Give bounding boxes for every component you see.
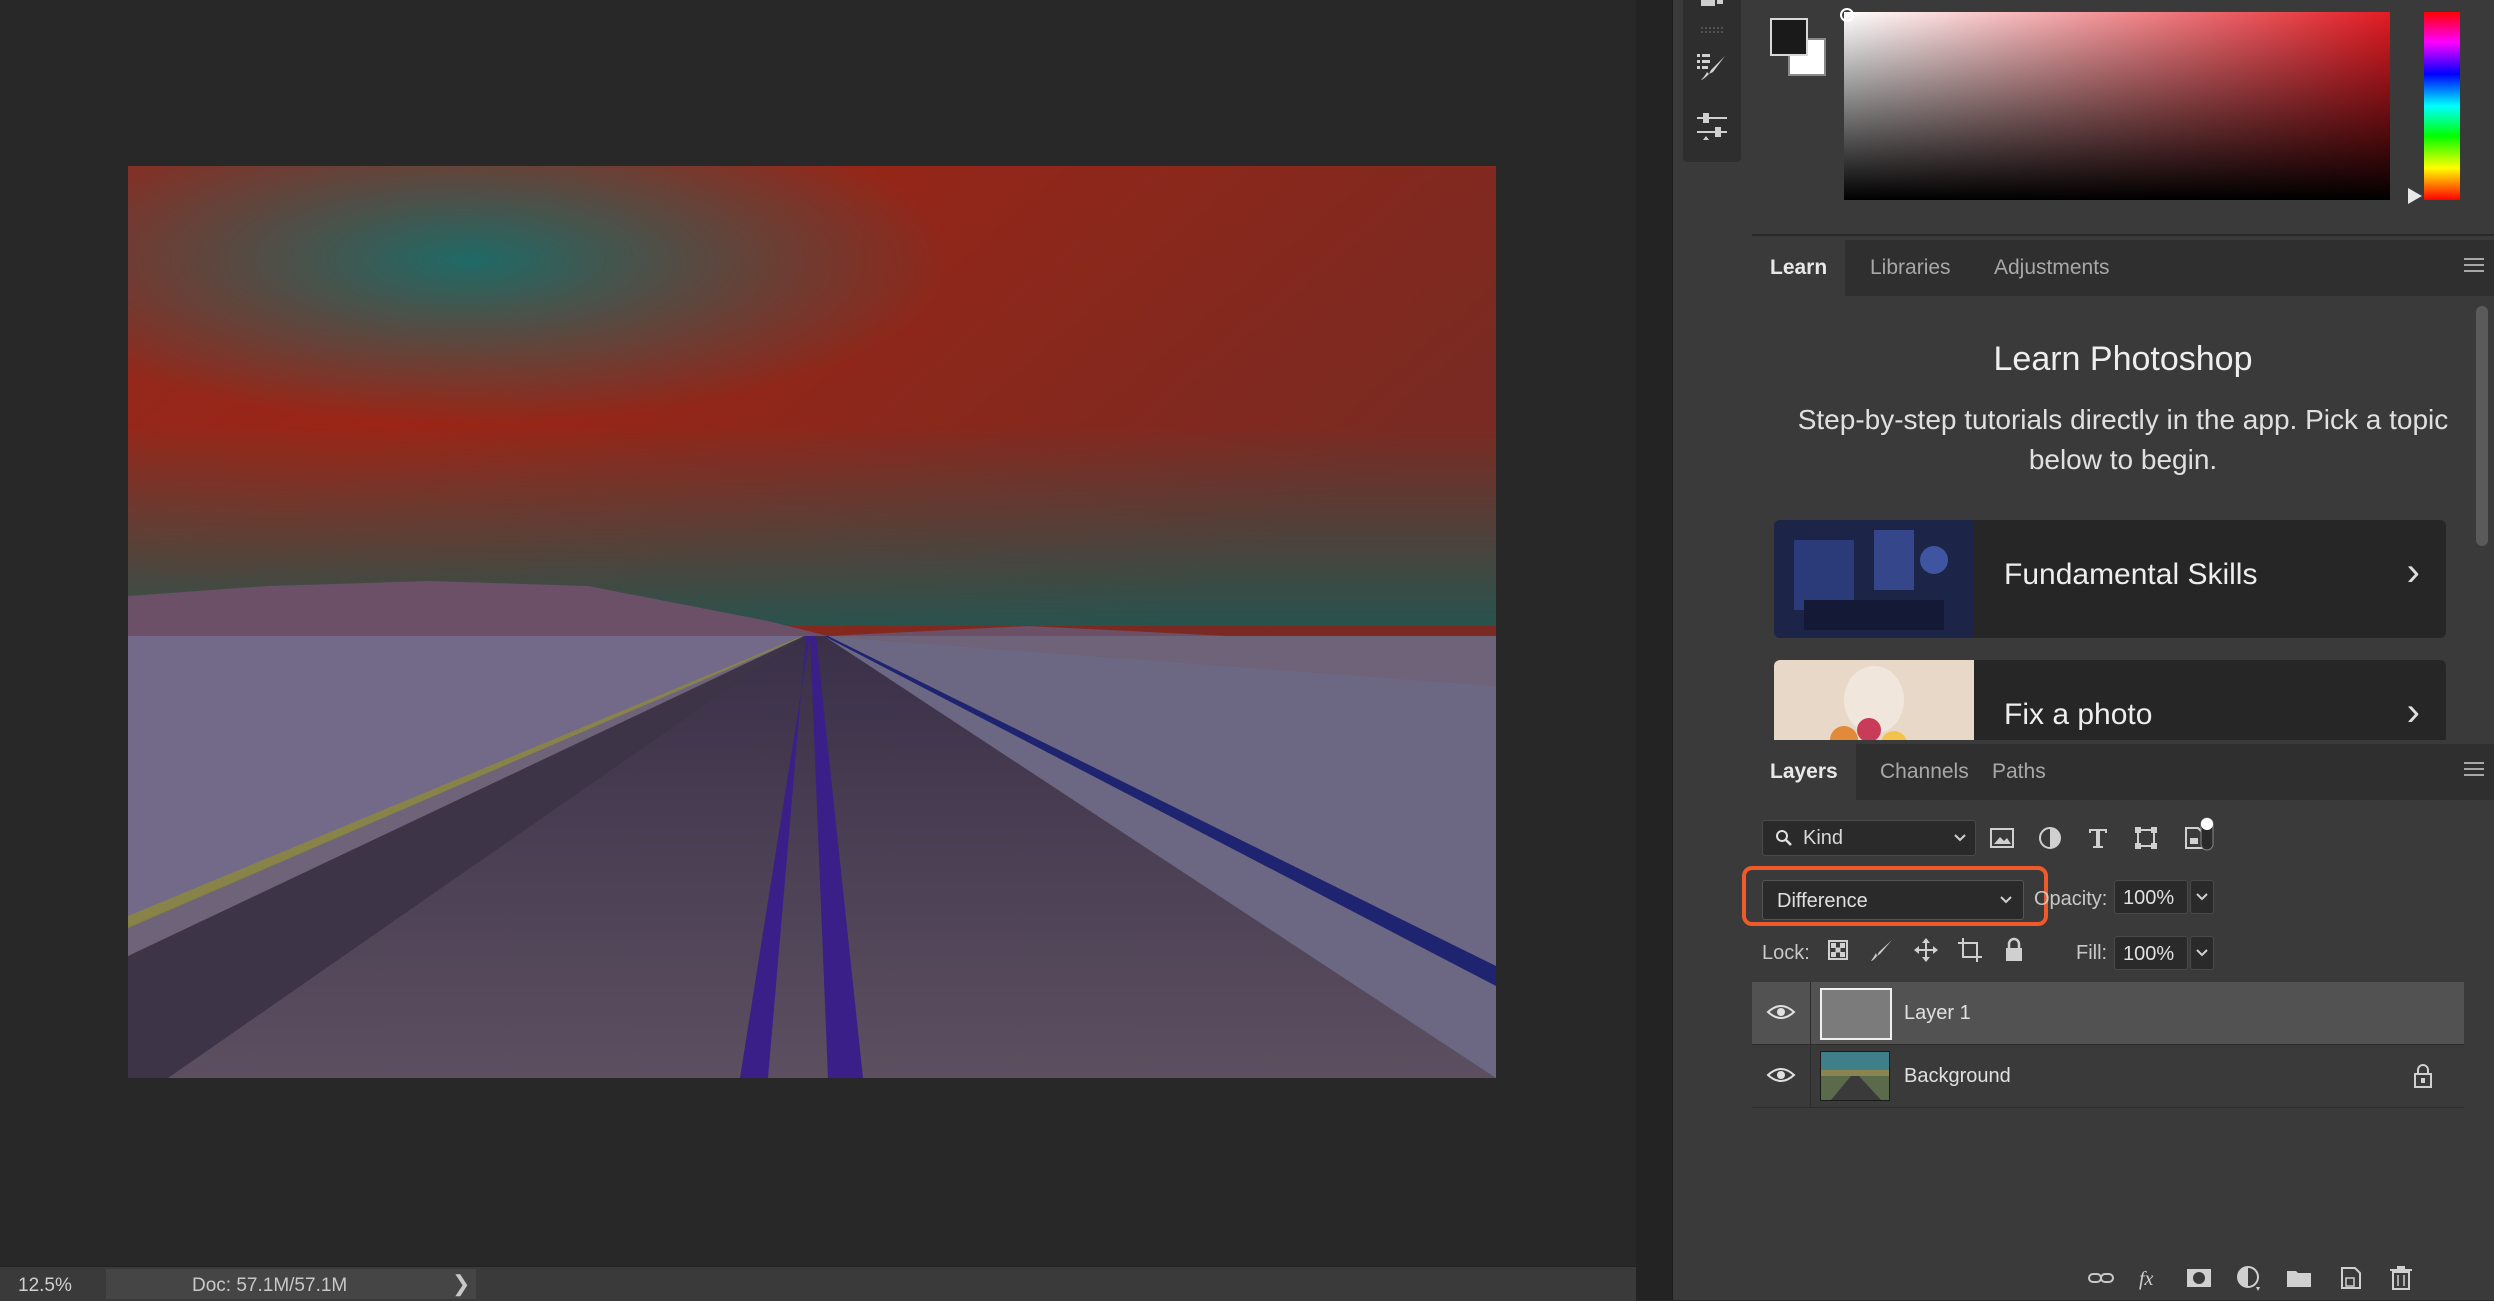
type-layer-filter-icon[interactable]	[2084, 824, 2112, 852]
layer-divider	[1810, 982, 1811, 1044]
fill-input[interactable]: 100%	[2114, 936, 2188, 970]
chevron-right-icon: ›	[2406, 550, 2420, 594]
sliders-icon[interactable]	[1695, 110, 1729, 144]
status-menu-arrow[interactable]: ❯	[452, 1271, 470, 1297]
foreground-color-swatch[interactable]	[1770, 18, 1808, 56]
svg-text:fx: fx	[2139, 1268, 2154, 1290]
lock-artboard-icon[interactable]	[1956, 936, 1984, 964]
hue-slider-marker[interactable]	[2408, 188, 2422, 204]
shape-layer-filter-icon[interactable]	[2132, 824, 2160, 852]
chevron-down-icon	[2196, 949, 2208, 957]
opacity-dropdown-button[interactable]	[2190, 880, 2214, 914]
fill-label: Fill:	[2076, 942, 2108, 964]
fill-dropdown-button[interactable]	[2190, 936, 2214, 970]
link-layers-icon[interactable]	[2086, 1263, 2116, 1293]
lock-position-icon[interactable]	[1912, 936, 1940, 964]
blend-mode-highlight	[1742, 866, 2048, 926]
new-layer-icon[interactable]	[2336, 1263, 2366, 1293]
filter-kind-label: Kind	[1803, 827, 1844, 849]
learn-description: Step-by-step tutorials directly in the a…	[1797, 404, 2449, 475]
color-panel	[1752, 0, 2494, 236]
collapsed-icon[interactable]	[1697, 0, 1727, 12]
tab-paths[interactable]: Paths	[1974, 744, 2064, 800]
list-brush-icon[interactable]	[1695, 50, 1729, 84]
grip-icon[interactable]	[1701, 26, 1723, 34]
tab-learn[interactable]: Learn	[1752, 240, 1846, 296]
layer-name[interactable]: Layer 1	[1904, 1002, 1971, 1025]
zoom-level[interactable]: 12.5%	[18, 1275, 72, 1297]
right-panel-dock: Learn Libraries Adjustments Learn Photos…	[1742, 0, 2494, 1300]
learn-title: Learn Photoshop	[1993, 340, 2253, 378]
add-mask-icon[interactable]	[2184, 1263, 2214, 1293]
fix-a-photo-thumbnail	[1774, 660, 1974, 740]
visibility-eye-icon[interactable]	[1766, 1063, 1796, 1087]
chevron-down-icon	[2196, 893, 2208, 901]
panel-icons-strip	[1672, 0, 1754, 1300]
layers-footer: fx	[1752, 1255, 2494, 1300]
lock-all-icon[interactable]	[2000, 936, 2028, 964]
chevron-right-icon: ›	[2406, 690, 2420, 734]
layer-divider	[1810, 1045, 1811, 1107]
chevron-down-icon	[1954, 834, 1966, 842]
learn-card-title: Fix a photo	[2004, 698, 2153, 731]
learn-panel-menu-icon[interactable]	[2464, 258, 2484, 276]
status-bar: 12.5% Doc: 57.1M/57.1M ❯	[0, 1266, 1636, 1301]
canvas-area[interactable]	[0, 0, 1636, 1266]
learn-card-title: Fundamental Skills	[2004, 558, 2258, 591]
doc-size-field[interactable]: Doc: 57.1M/57.1M ❯	[106, 1269, 476, 1299]
opacity-label: Opacity:	[2034, 888, 2108, 910]
tab-channels[interactable]: Channels	[1862, 744, 1987, 800]
learn-card-fix-a-photo[interactable]: Fix a photo ›	[1774, 660, 2446, 740]
tab-layers[interactable]: Layers	[1752, 744, 1856, 800]
visibility-eye-icon[interactable]	[1766, 1000, 1796, 1024]
panel-icons-group	[1683, 0, 1741, 162]
layer-lock-icon[interactable]	[2412, 1063, 2434, 1089]
document-image[interactable]	[128, 166, 1496, 1078]
learn-panel-content: Learn Photoshop Step-by-step tutorials d…	[1752, 296, 2494, 740]
learn-card-fundamental-skills[interactable]: Fundamental Skills ›	[1774, 520, 2446, 638]
delete-layer-icon[interactable]	[2386, 1263, 2416, 1293]
search-icon	[1776, 830, 1792, 846]
new-group-folder-icon[interactable]	[2284, 1263, 2314, 1293]
panel-gap	[1636, 0, 1672, 1300]
pixel-layer-filter-icon[interactable]	[1988, 824, 2016, 852]
layer-1-thumbnail[interactable]	[1820, 988, 1892, 1040]
learn-scrollbar[interactable]	[2476, 306, 2488, 546]
lock-image-pixels-icon[interactable]	[1868, 936, 1896, 964]
doc-size: Doc: 57.1M/57.1M	[192, 1275, 348, 1296]
background-layer-thumbnail[interactable]	[1820, 1051, 1890, 1101]
layers-panel-tabs: Layers Channels Paths	[1752, 744, 2494, 801]
filter-kind-select[interactable]: Kind	[1762, 820, 1976, 856]
layer-row-layer-1[interactable]: Layer 1	[1752, 982, 2464, 1045]
color-field[interactable]	[1844, 12, 2390, 200]
opacity-input[interactable]: 100%	[2114, 880, 2188, 914]
lock-label: Lock:	[1762, 942, 1810, 964]
new-adjustment-layer-icon[interactable]	[2234, 1263, 2264, 1293]
layers-panel-menu-icon[interactable]	[2464, 762, 2484, 780]
inverted-road-photo	[128, 166, 1496, 1078]
fx-layer-style-icon[interactable]: fx	[2136, 1263, 2166, 1293]
hue-slider[interactable]	[2424, 12, 2460, 200]
layer-row-background[interactable]: Background	[1752, 1045, 2464, 1108]
tab-adjustments[interactable]: Adjustments	[1976, 240, 2128, 296]
color-field-marker[interactable]	[1840, 8, 1854, 22]
learn-panel-tabs: Learn Libraries Adjustments	[1752, 240, 2494, 297]
lock-transparent-pixels-icon[interactable]	[1824, 936, 1852, 964]
tab-libraries[interactable]: Libraries	[1852, 240, 1969, 296]
filter-toggle-icon[interactable]	[2198, 814, 2216, 854]
layers-panel: Kind Difference Opacity: 100% Lock: Fill…	[1742, 800, 2494, 1300]
layer-name[interactable]: Background	[1904, 1065, 2011, 1088]
adjustment-layer-filter-icon[interactable]	[2036, 824, 2064, 852]
fundamental-skills-thumbnail	[1774, 520, 1974, 638]
